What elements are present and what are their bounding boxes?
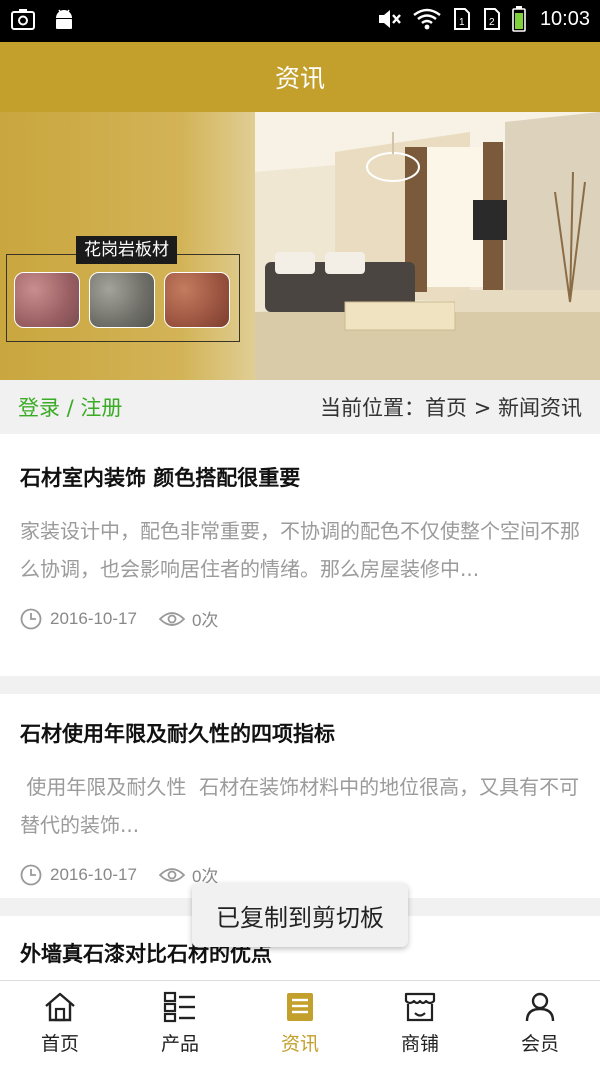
- article-date: 2016-10-17: [50, 864, 137, 884]
- mute-icon: [378, 10, 401, 28]
- home-icon: [45, 992, 75, 1022]
- nav-label: 产品: [160, 1033, 199, 1055]
- nav-item-home[interactable]: 首页: [0, 981, 120, 1067]
- battery-icon: [512, 6, 526, 32]
- breadcrumb: 当前位置：首页 > 新闻资讯: [320, 396, 582, 420]
- news-icon: [287, 993, 313, 1021]
- granite-swatch-grey: [89, 272, 155, 328]
- product-list-icon: [163, 991, 195, 1023]
- nav-label: 商铺: [400, 1033, 439, 1055]
- nav-label: 首页: [40, 1033, 79, 1055]
- svg-text:2: 2: [489, 17, 495, 28]
- article-summary: 家装设计中，配色非常重要，不协调的配色不仅使整个空间不那么协调，也会影响居住者的…: [20, 519, 580, 581]
- android-icon: [56, 9, 72, 29]
- status-time: 10:03: [539, 7, 590, 30]
- clock-icon: [20, 864, 42, 885]
- wifi-icon: [413, 8, 441, 30]
- living-room-image: [255, 112, 600, 380]
- nav-item-news[interactable]: 资讯: [240, 981, 360, 1067]
- bottom-nav: 首页 产品 资讯 商铺 会员: [0, 980, 600, 1067]
- sim2-icon: 2: [483, 8, 500, 30]
- nav-label: 会员: [520, 1033, 559, 1055]
- granite-swatch-red: [164, 272, 230, 328]
- eye-icon: [158, 867, 185, 882]
- article-summary: 使用年限及耐久性 石材在装饰材料中的地位很高，又具有不可替代的装饰...: [20, 775, 580, 837]
- promo-banner[interactable]: 花岗岩板材: [0, 112, 600, 380]
- article-title[interactable]: 石材使用年限及耐久性的四项指标: [20, 718, 580, 748]
- divider: [0, 676, 600, 694]
- breadcrumb-bar: 登录 / 注册 当前位置：首页 > 新闻资讯: [0, 380, 600, 434]
- clock-icon: [20, 608, 42, 629]
- nav-item-member[interactable]: 会员: [480, 981, 600, 1067]
- toast-message: 已复制到剪切板: [192, 883, 408, 947]
- nav-item-products[interactable]: 产品: [120, 981, 240, 1067]
- sim1-icon: 1: [453, 8, 470, 30]
- article-meta: 2016-10-17 0次: [20, 606, 580, 631]
- article-date: 2016-10-17: [50, 608, 137, 628]
- app-header: 资讯: [0, 42, 600, 112]
- shop-icon: [404, 992, 436, 1022]
- login-register-link[interactable]: 登录 / 注册: [18, 392, 122, 422]
- nav-item-shop[interactable]: 商铺: [360, 981, 480, 1067]
- nav-label: 资讯: [280, 1033, 319, 1055]
- article-views: 0次: [191, 611, 219, 630]
- banner-label: 花岗岩板材: [76, 236, 177, 264]
- article-title[interactable]: 石材室内装饰 颜色搭配很重要: [20, 462, 580, 492]
- page-title: 资讯: [274, 64, 325, 93]
- screenshot-icon: [11, 9, 35, 30]
- eye-icon: [158, 611, 185, 626]
- article-item[interactable]: 石材使用年限及耐久性的四项指标 使用年限及耐久性 石材在装饰材料中的地位很高，又…: [0, 694, 600, 898]
- article-item[interactable]: 石材室内装饰 颜色搭配很重要 家装设计中，配色非常重要，不协调的配色不仅使整个空…: [0, 434, 600, 676]
- svg-text:1: 1: [459, 17, 465, 28]
- member-icon: [525, 992, 555, 1022]
- status-bar: 1 2 10:03: [0, 0, 600, 42]
- granite-swatch-pink: [14, 272, 80, 328]
